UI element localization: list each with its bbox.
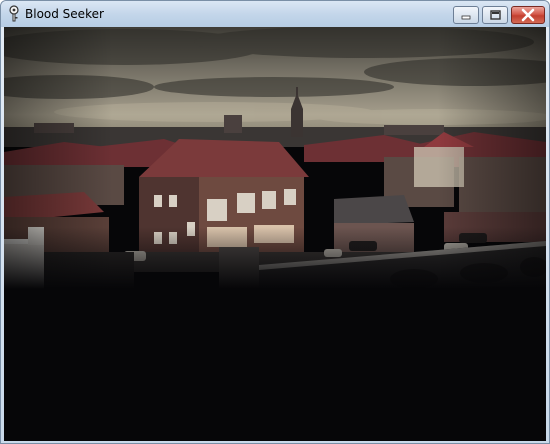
city-rooftops-image: [4, 27, 546, 289]
maximize-button[interactable]: [482, 6, 508, 24]
dark-lower-area: [4, 289, 546, 441]
close-button[interactable]: [511, 6, 545, 24]
minimize-button[interactable]: [453, 6, 479, 24]
key-icon: [9, 5, 19, 22]
app-window: Blood Seeker: [0, 0, 550, 444]
maximize-icon: [490, 10, 501, 20]
game-viewport[interactable]: [4, 27, 546, 441]
close-icon: [521, 8, 535, 22]
title-bar[interactable]: Blood Seeker: [1, 1, 549, 27]
minimize-icon: [461, 15, 471, 20]
window-title: Blood Seeker: [25, 7, 104, 21]
